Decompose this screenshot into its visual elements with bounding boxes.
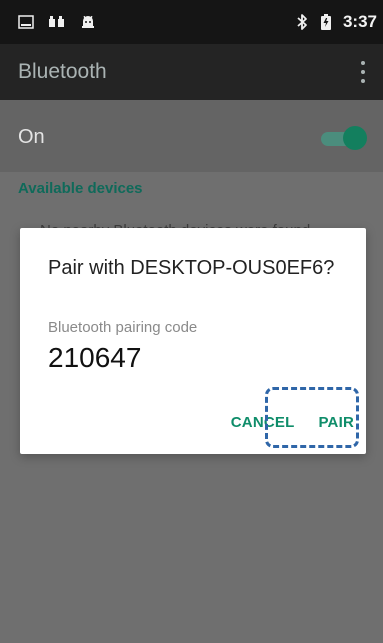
bluetooth-toggle[interactable] [321,126,367,150]
status-bar: 3:37 [0,0,383,44]
dialog-title: Pair with DESKTOP-OUS0EF6? [48,257,335,279]
action-bar: Bluetooth [0,44,383,100]
overflow-dot [361,61,365,65]
status-left-icons [18,12,96,32]
available-devices-header: Available devices [18,180,143,197]
dialog-actions: CANCEL PAIR [231,408,354,436]
overflow-dot [361,70,365,74]
page-title: Bluetooth [18,60,107,83]
toggle-thumb [343,126,367,150]
overflow-menu-icon[interactable] [359,61,367,83]
video-icon [49,16,64,27]
pairing-dialog: Pair with DESKTOP-OUS0EF6? Bluetooth pai… [20,228,366,454]
status-right-icons: 3:37 [295,12,377,32]
cancel-button[interactable]: CANCEL [231,414,295,431]
pair-button[interactable]: PAIR [318,414,354,431]
gallery-icon [18,15,34,29]
pairing-code: 210647 [48,342,142,373]
android-icon [82,15,94,28]
status-time: 3:37 [342,12,377,31]
bluetooth-on-label: On [18,126,45,148]
bluetooth-toggle-row[interactable]: On [0,100,383,172]
battery-charging-icon [320,14,331,30]
bluetooth-icon [297,14,307,30]
pairing-code-label: Bluetooth pairing code [48,319,198,336]
overflow-dot [361,79,365,83]
